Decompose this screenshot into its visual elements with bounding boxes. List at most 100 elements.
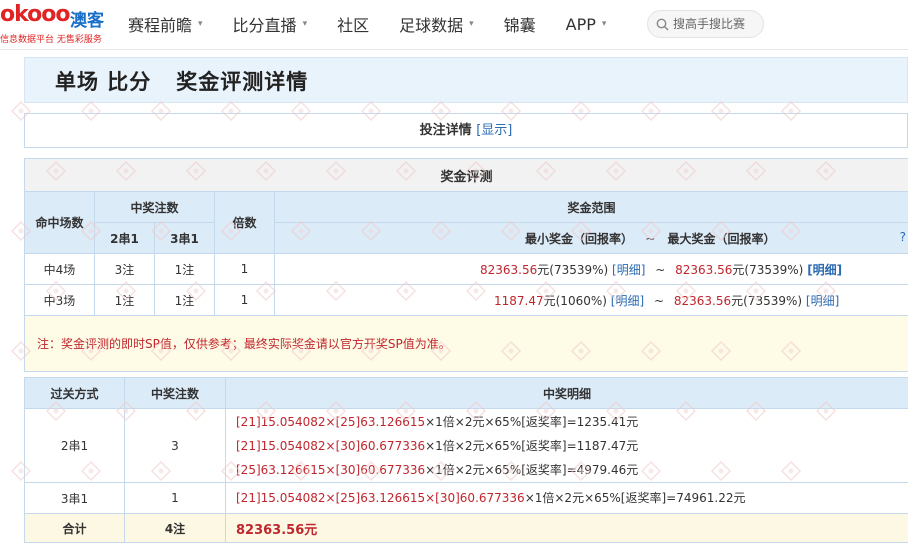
min-amount: 82363.56 — [480, 262, 538, 277]
combo-odds: [25]63.126615×[30]60.677336 — [236, 462, 426, 477]
prize-row: 中3场 1注 1注 1 1187.47元(1060%) [明细] ~ 82363… — [24, 284, 908, 316]
combo-line: [25]63.126615×[30]60.677336×1倍×2元×65%[返奖… — [236, 458, 908, 482]
range-subheader: 最小奖金（回报率） ~ 最大奖金（回报率） ? — [273, 222, 908, 254]
site-logo[interactable]: okooo 澳客 信息数据平台 无售彩服务 — [0, 2, 110, 46]
combo-odds: [21]15.054082×[30]60.677336 — [236, 438, 426, 453]
combo-calc: ×1倍×2元×65%[返奖率]=1235.41元 — [425, 414, 639, 429]
col-type-header: 过关方式 — [24, 377, 125, 409]
combo-lines-cell: [21]15.054082×[25]63.126615×[30]60.67733… — [225, 482, 908, 514]
combo-calc: ×1倍×2元×65%[返奖率]=4979.46元 — [425, 462, 639, 477]
total-amount: 82363.56元 — [225, 513, 908, 543]
multiple-cell: 1 — [214, 284, 275, 316]
max-amount: 82363.56 — [675, 262, 733, 277]
col-3c1-header: 3串1 — [154, 222, 215, 254]
max-suffix: 元(73539%) — [731, 293, 803, 308]
combo-type-cell: 2串1 — [24, 408, 125, 483]
combo-lines-cell: [21]15.054082×[25]63.126615×1倍×2元×65%[返奖… — [225, 408, 908, 483]
top-navigation-bar: okooo 澳客 信息数据平台 无售彩服务 赛程前瞻 ▾ 比分直播 ▾ 社区 足球数… — [0, 0, 908, 50]
chevron-down-icon: ▾ — [601, 19, 607, 29]
sp-disclaimer-note: 注：奖金评测的即时SP值，仅供参考；最终实际奖金请以官方开奖SP值为准。 — [23, 315, 908, 372]
range-separator: ~ — [645, 231, 656, 246]
title-band: 单场 比分 奖金评测详情 — [24, 57, 908, 103]
col-multiple-header: 倍数 — [214, 191, 275, 254]
search-box — [647, 10, 765, 38]
min-suffix: 元(73539%) — [537, 262, 609, 277]
nav-label: 足球数据 — [399, 16, 464, 35]
show-bet-detail-link[interactable]: [显示] — [476, 123, 512, 138]
help-icon[interactable]: ? — [900, 230, 906, 244]
total-label: 合计 — [24, 513, 125, 543]
nav-item-app[interactable]: APP ▾ — [566, 15, 607, 34]
main-nav: 赛程前瞻 ▾ 比分直播 ▾ 社区 足球数据 ▾ 锦囊 APP ▾ — [128, 0, 636, 48]
range-separator: ~ — [655, 262, 666, 277]
hits-cell: 中4场 — [24, 253, 95, 285]
max-amount: 82363.56 — [673, 293, 732, 308]
logo-tagline: 信息数据平台 无售彩服务 — [0, 35, 102, 45]
nav-label: 社区 — [337, 16, 370, 35]
prize-eval-title: 奖金评测 — [23, 158, 908, 192]
range-separator: ~ — [653, 293, 665, 308]
chevron-down-icon: ▾ — [198, 19, 203, 29]
min-suffix: 元(1060%) — [543, 293, 607, 308]
bets-2c1-cell: 1注 — [94, 284, 155, 316]
combo-line: [21]15.054082×[25]63.126615×[30]60.67733… — [236, 486, 908, 510]
logo-mark: okooo — [0, 2, 70, 27]
combo-odds: [21]15.054082×[25]63.126615 — [236, 414, 426, 429]
total-row: 合计 4注 82363.56元 — [24, 513, 908, 543]
winning-detail-section: 过关方式 中奖注数 中奖明细 2串1 3 [21]15.054082×[25]6… — [24, 377, 908, 543]
col-hits-header: 命中场数 — [24, 191, 95, 254]
multiple-cell: 1 — [214, 253, 275, 285]
bets-3c1-cell: 1注 — [154, 284, 215, 316]
max-detail-link[interactable]: [明细] — [807, 263, 842, 277]
range-cell: 1187.47元(1060%) [明细] ~ 82363.56元(73539%)… — [273, 284, 908, 316]
total-count: 4注 — [124, 513, 226, 543]
prize-row: 中4场 3注 1注 1 82363.56元(73539%) [明细] ~ 823… — [24, 253, 908, 285]
search-input[interactable] — [673, 17, 765, 31]
col-max-header: 最大奖金（回报率） — [667, 231, 776, 246]
max-suffix: 元(73539%) — [732, 262, 804, 277]
nav-item-schedule[interactable]: 赛程前瞻 ▾ — [128, 12, 203, 36]
min-amount: 1187.47 — [494, 293, 544, 308]
bets-2c1-cell: 3注 — [94, 253, 155, 285]
bet-detail-label: 投注详情 — [419, 123, 472, 138]
page-title: 单场 比分 奖金评测详情 — [55, 70, 309, 94]
combo-calc: ×1倍×2元×65%[返奖率]=74961.22元 — [524, 491, 746, 505]
combo-count-cell: 1 — [124, 482, 226, 514]
col-min-header: 最小奖金（回报率） — [525, 231, 634, 246]
col-winning-bets-header: 中奖注数 — [94, 191, 215, 223]
search-icon[interactable] — [656, 18, 669, 31]
combo-calc: ×1倍×2元×65%[返奖率]=1187.47元 — [425, 438, 639, 453]
combo-count-cell: 3 — [124, 408, 226, 483]
combo-line: [21]15.054082×[25]63.126615×1倍×2元×65%[返奖… — [236, 410, 908, 434]
max-detail-link[interactable]: [明细] — [806, 294, 839, 308]
table-row: 2串1 3 [21]15.054082×[25]63.126615×1倍×2元×… — [24, 408, 908, 483]
table-row: 3串1 1 [21]15.054082×[25]63.126615×[30]60… — [24, 482, 908, 514]
combo-odds: [21]15.054082×[25]63.126615×[30]60.67733… — [236, 491, 525, 505]
bet-detail-bar: 投注详情 [显示] — [24, 113, 908, 148]
nav-item-community[interactable]: 社区 — [337, 12, 369, 36]
winning-detail-table: 过关方式 中奖注数 中奖明细 2串1 3 [21]15.054082×[25]6… — [24, 377, 908, 543]
nav-item-live-score[interactable]: 比分直播 ▾ — [233, 12, 308, 36]
hits-cell: 中3场 — [24, 284, 95, 316]
min-detail-link[interactable]: [明细] — [611, 294, 644, 308]
chevron-down-icon: ▾ — [302, 19, 308, 29]
prize-evaluation-table: 奖金评测 命中场数 中奖注数 倍数 奖金范围 2串1 3串1 最小奖金（回报率）… — [23, 158, 908, 372]
col-range-header: 奖金范围 — [273, 191, 908, 223]
nav-label: 比分直播 — [232, 16, 297, 35]
nav-label: APP — [565, 14, 596, 34]
range-cell: 82363.56元(73539%) [明细] ~ 82363.56元(73539… — [273, 253, 908, 285]
nav-label: 赛程前瞻 — [128, 16, 193, 35]
prize-evaluation-section: 奖金评测 命中场数 中奖注数 倍数 奖金范围 2串1 3串1 最小奖金（回报率）… — [23, 158, 908, 372]
combo-type-cell: 3串1 — [24, 482, 125, 514]
min-detail-link[interactable]: [明细] — [612, 263, 645, 277]
nav-label: 锦囊 — [503, 16, 536, 35]
col-2c1-header: 2串1 — [94, 222, 155, 254]
bets-3c1-cell: 1注 — [154, 253, 215, 285]
col-count-header: 中奖注数 — [124, 377, 226, 409]
col-detail-header: 中奖明细 — [225, 377, 908, 409]
nav-item-football-data[interactable]: 足球数据 ▾ — [399, 12, 474, 36]
chevron-down-icon: ▾ — [469, 19, 474, 29]
combo-line: [21]15.054082×[30]60.677336×1倍×2元×65%[返奖… — [236, 434, 908, 458]
nav-item-tips[interactable]: 锦囊 — [504, 12, 536, 36]
logo-brand: 澳客 — [70, 11, 104, 31]
